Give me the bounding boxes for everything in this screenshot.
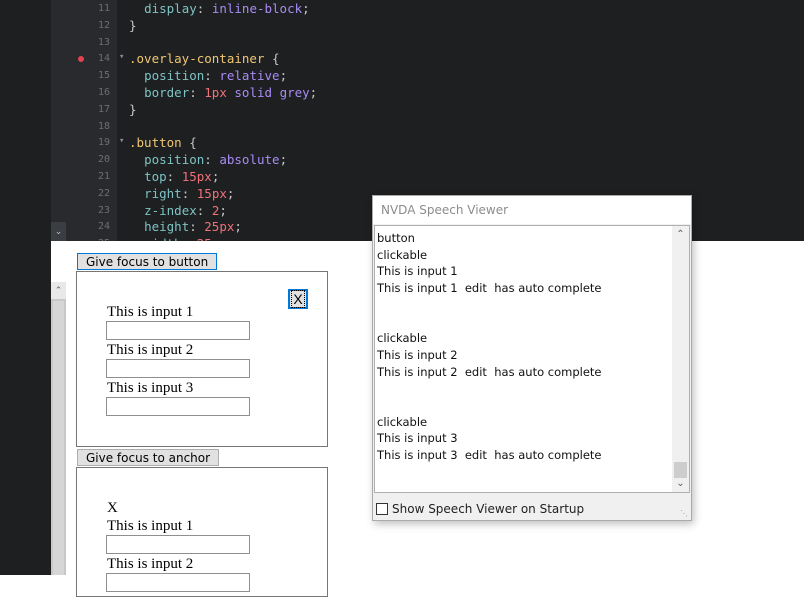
code-text: } <box>129 17 137 33</box>
speech-line: This is input 1 <box>377 264 458 279</box>
code-text: border: 1px solid grey; <box>144 85 318 100</box>
code-text: top: 15px; <box>144 169 220 184</box>
line-number: 21 <box>97 171 110 182</box>
give-focus-to-anchor[interactable]: Give focus to anchor <box>77 449 220 466</box>
line-number: 23 <box>97 204 110 216</box>
close-anchor[interactable]: X <box>107 500 118 517</box>
input-2-field[interactable] <box>106 359 250 378</box>
code-text: } <box>129 101 137 117</box>
chevron-down-icon[interactable]: ⌄ <box>51 222 66 241</box>
resize-grip-icon[interactable]: ⋱ <box>680 510 688 518</box>
input1-label: This is input 1 <box>107 304 194 320</box>
code-line[interactable]: 18 <box>0 118 804 135</box>
checkbox-label: Show Speech Viewer on Startup <box>392 502 585 516</box>
speech-line: This is input 2 edit has auto complete <box>377 364 602 379</box>
give-focus-to-button[interactable]: Give focus to button <box>77 253 218 270</box>
fold-triangle-icon[interactable]: ▾ <box>119 49 124 66</box>
line-number: 11 <box>97 3 110 14</box>
speech-line: This is input 3 <box>377 431 458 446</box>
code-line[interactable]: 11 display: inline-block; <box>0 0 804 17</box>
code-line[interactable]: 21 top: 15px; <box>0 168 804 185</box>
show-on-startup-checkbox[interactable]: Show Speech Viewer on Startup <box>376 502 584 516</box>
speech-line: clickable <box>377 414 428 429</box>
line-number: 16 <box>97 87 110 98</box>
line-number: 13 <box>97 36 110 48</box>
window-title[interactable]: NVDA Speech Viewer <box>373 196 691 224</box>
chevron-up-icon[interactable]: ⌃ <box>672 226 689 243</box>
overlay-container-2: X This is input 1 This is input 2 <box>76 467 328 597</box>
line-number: 19 <box>97 137 110 149</box>
speech-line: clickable <box>377 331 428 346</box>
fold-triangle-icon[interactable]: ▾ <box>119 133 124 150</box>
line-number: 24 <box>97 221 110 233</box>
close-button[interactable]: X <box>288 289 308 309</box>
speech-line: button <box>377 231 415 245</box>
nvda-speech-viewer-window[interactable]: NVDA Speech Viewer button clickable This i… <box>372 195 692 521</box>
code-text: position: relative; <box>144 68 288 84</box>
speech-line: clickable <box>377 247 428 262</box>
code-line[interactable]: 17} <box>0 101 804 118</box>
code-line[interactable]: 12} <box>0 17 804 34</box>
speech-line: This is input 1 edit has auto complete <box>377 281 602 296</box>
line-number: 22 <box>97 187 110 199</box>
preview-scrollbar-thumb[interactable] <box>53 301 64 575</box>
code-text: height: 25px; <box>144 219 242 235</box>
input-2-field-2[interactable] <box>106 573 250 592</box>
speech-line: This is input 3 edit has auto complete <box>377 448 602 463</box>
line-number: 12 <box>97 19 110 31</box>
speech-line: This is input 2 <box>377 347 458 362</box>
code-text: z-index: 2; <box>144 202 227 218</box>
line-number: 14 <box>97 53 110 65</box>
overlay-container-1: X This is input 1 This is input 2 This i… <box>76 271 328 447</box>
line-number: 20 <box>97 154 110 166</box>
code-text: .button { <box>129 135 197 151</box>
code-line[interactable]: 16 border: 1px solid grey; <box>0 84 804 101</box>
code-text: right: 15px; <box>144 185 235 201</box>
breakpoint-dot-icon[interactable] <box>78 56 84 63</box>
code-text: position: absolute; <box>144 152 288 168</box>
line-number: 15 <box>97 70 110 82</box>
code-line[interactable]: 19 ▾ .button { <box>0 134 804 151</box>
input2-label: This is input 2 <box>107 342 194 358</box>
input3-label: This is input 3 <box>107 380 194 396</box>
chevron-up-icon[interactable]: ⌃ <box>51 282 66 299</box>
code-text: .overlay-container { <box>129 51 280 67</box>
line-number: 17 <box>97 103 110 115</box>
code-line[interactable]: 15 position: relative; <box>0 67 804 84</box>
input2-label-2: This is input 2 <box>107 556 194 572</box>
preview-left-strip <box>0 241 51 575</box>
chevron-down-icon[interactable]: ⌄ <box>672 475 689 492</box>
speech-scrollbar[interactable]: ⌃ ⌄ <box>672 226 689 492</box>
input-1-field-2[interactable] <box>106 535 250 554</box>
code-line[interactable]: 14 ▾ .overlay-container { <box>0 50 804 67</box>
line-number: 18 <box>97 120 110 132</box>
close-x-label: X <box>291 290 305 308</box>
checkbox-box[interactable] <box>376 503 388 515</box>
code-line[interactable]: 20 position: absolute; <box>0 151 804 168</box>
input-3-field[interactable] <box>106 397 250 416</box>
code-line[interactable]: 13 <box>0 34 804 51</box>
input1-label-2: This is input 1 <box>107 518 194 534</box>
code-text: display: inline-block; <box>144 1 310 16</box>
speech-output-textarea[interactable]: button clickable This is input 1 This is in… <box>374 225 690 493</box>
input-1-field[interactable] <box>106 321 250 340</box>
